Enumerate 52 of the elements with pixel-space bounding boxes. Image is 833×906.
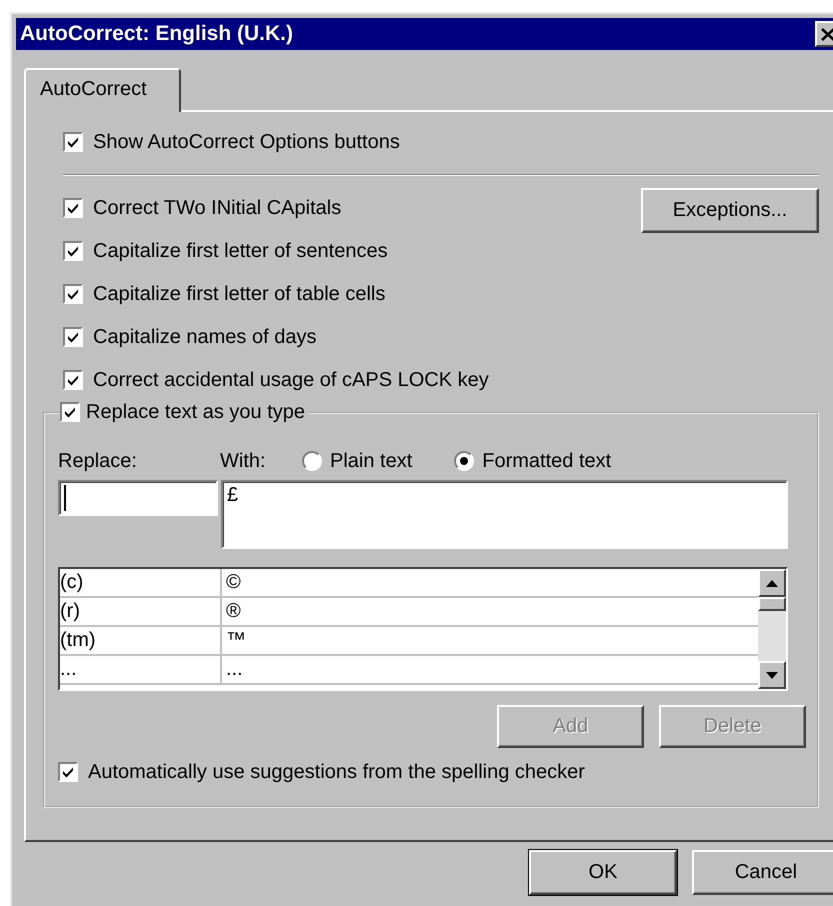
check-icon xyxy=(66,135,80,149)
checkbox-label: Capitalize first letter of sentences xyxy=(93,240,388,262)
table-cell-text: ® xyxy=(225,600,241,623)
with-label: With: xyxy=(220,450,267,472)
cancel-button[interactable]: Cancel xyxy=(692,850,833,895)
check-icon xyxy=(66,330,80,344)
radio-button[interactable] xyxy=(302,451,322,471)
table-cell: ... xyxy=(60,656,222,683)
radio-label: Plain text xyxy=(330,450,412,472)
replace-field[interactable] xyxy=(58,480,218,516)
checkbox[interactable] xyxy=(60,402,80,422)
table-cell-text: ... xyxy=(225,658,243,681)
radio-button[interactable] xyxy=(454,451,474,471)
checkbox[interactable] xyxy=(63,284,83,304)
close-icon xyxy=(821,28,833,40)
scroll-down-button[interactable] xyxy=(758,661,786,689)
scroll-up-button[interactable] xyxy=(758,569,786,597)
replace-label: Replace: xyxy=(58,450,138,472)
checkbox-label: Automatically use suggestions from the spelling checker xyxy=(88,760,585,784)
scroll-thumb[interactable] xyxy=(758,597,786,611)
checkbox[interactable] xyxy=(63,370,83,390)
radio-label: Formatted text xyxy=(482,450,612,472)
table-cell: (c) xyxy=(60,569,222,596)
tab[interactable]: AutoCorrect xyxy=(24,68,181,112)
checkbox[interactable] xyxy=(63,327,83,347)
checkbox-label: Capitalize first letter of table cells xyxy=(93,282,386,306)
checkbox-label: Capitalize names of days xyxy=(93,326,316,348)
checkbox[interactable] xyxy=(58,762,78,782)
table-cell: (r) xyxy=(60,598,222,625)
checkbox-label: Correct TWo INitial CApitals xyxy=(93,196,342,220)
exceptions-button[interactable]: Exceptions... xyxy=(641,188,819,233)
checkbox-label: Correct accidental usage of cAPS LOCK key xyxy=(93,368,489,392)
check-icon xyxy=(61,765,75,779)
table-cell-text: ™ xyxy=(225,629,246,652)
check-icon xyxy=(66,373,80,387)
table-cell-text: © xyxy=(225,571,241,594)
check-icon xyxy=(66,287,80,301)
checkbox[interactable] xyxy=(63,132,83,152)
with-field[interactable]: £ xyxy=(221,480,788,549)
scrollbar[interactable] xyxy=(758,569,786,689)
check-icon xyxy=(66,244,80,258)
up-arrow-icon xyxy=(766,580,778,586)
window-title: AutoCorrect: English (U.K.) xyxy=(20,22,293,46)
check-icon xyxy=(63,405,77,419)
checkbox-label: Replace text as you type xyxy=(86,400,306,424)
table-cell: (tm) xyxy=(60,627,222,654)
checkbox[interactable] xyxy=(63,198,83,218)
checkbox[interactable] xyxy=(63,241,83,261)
ok-button[interactable]: OK xyxy=(529,850,677,895)
down-arrow-icon xyxy=(766,672,778,678)
check-icon xyxy=(66,201,80,215)
checkbox-label: Show AutoCorrect Options buttons xyxy=(93,130,400,154)
